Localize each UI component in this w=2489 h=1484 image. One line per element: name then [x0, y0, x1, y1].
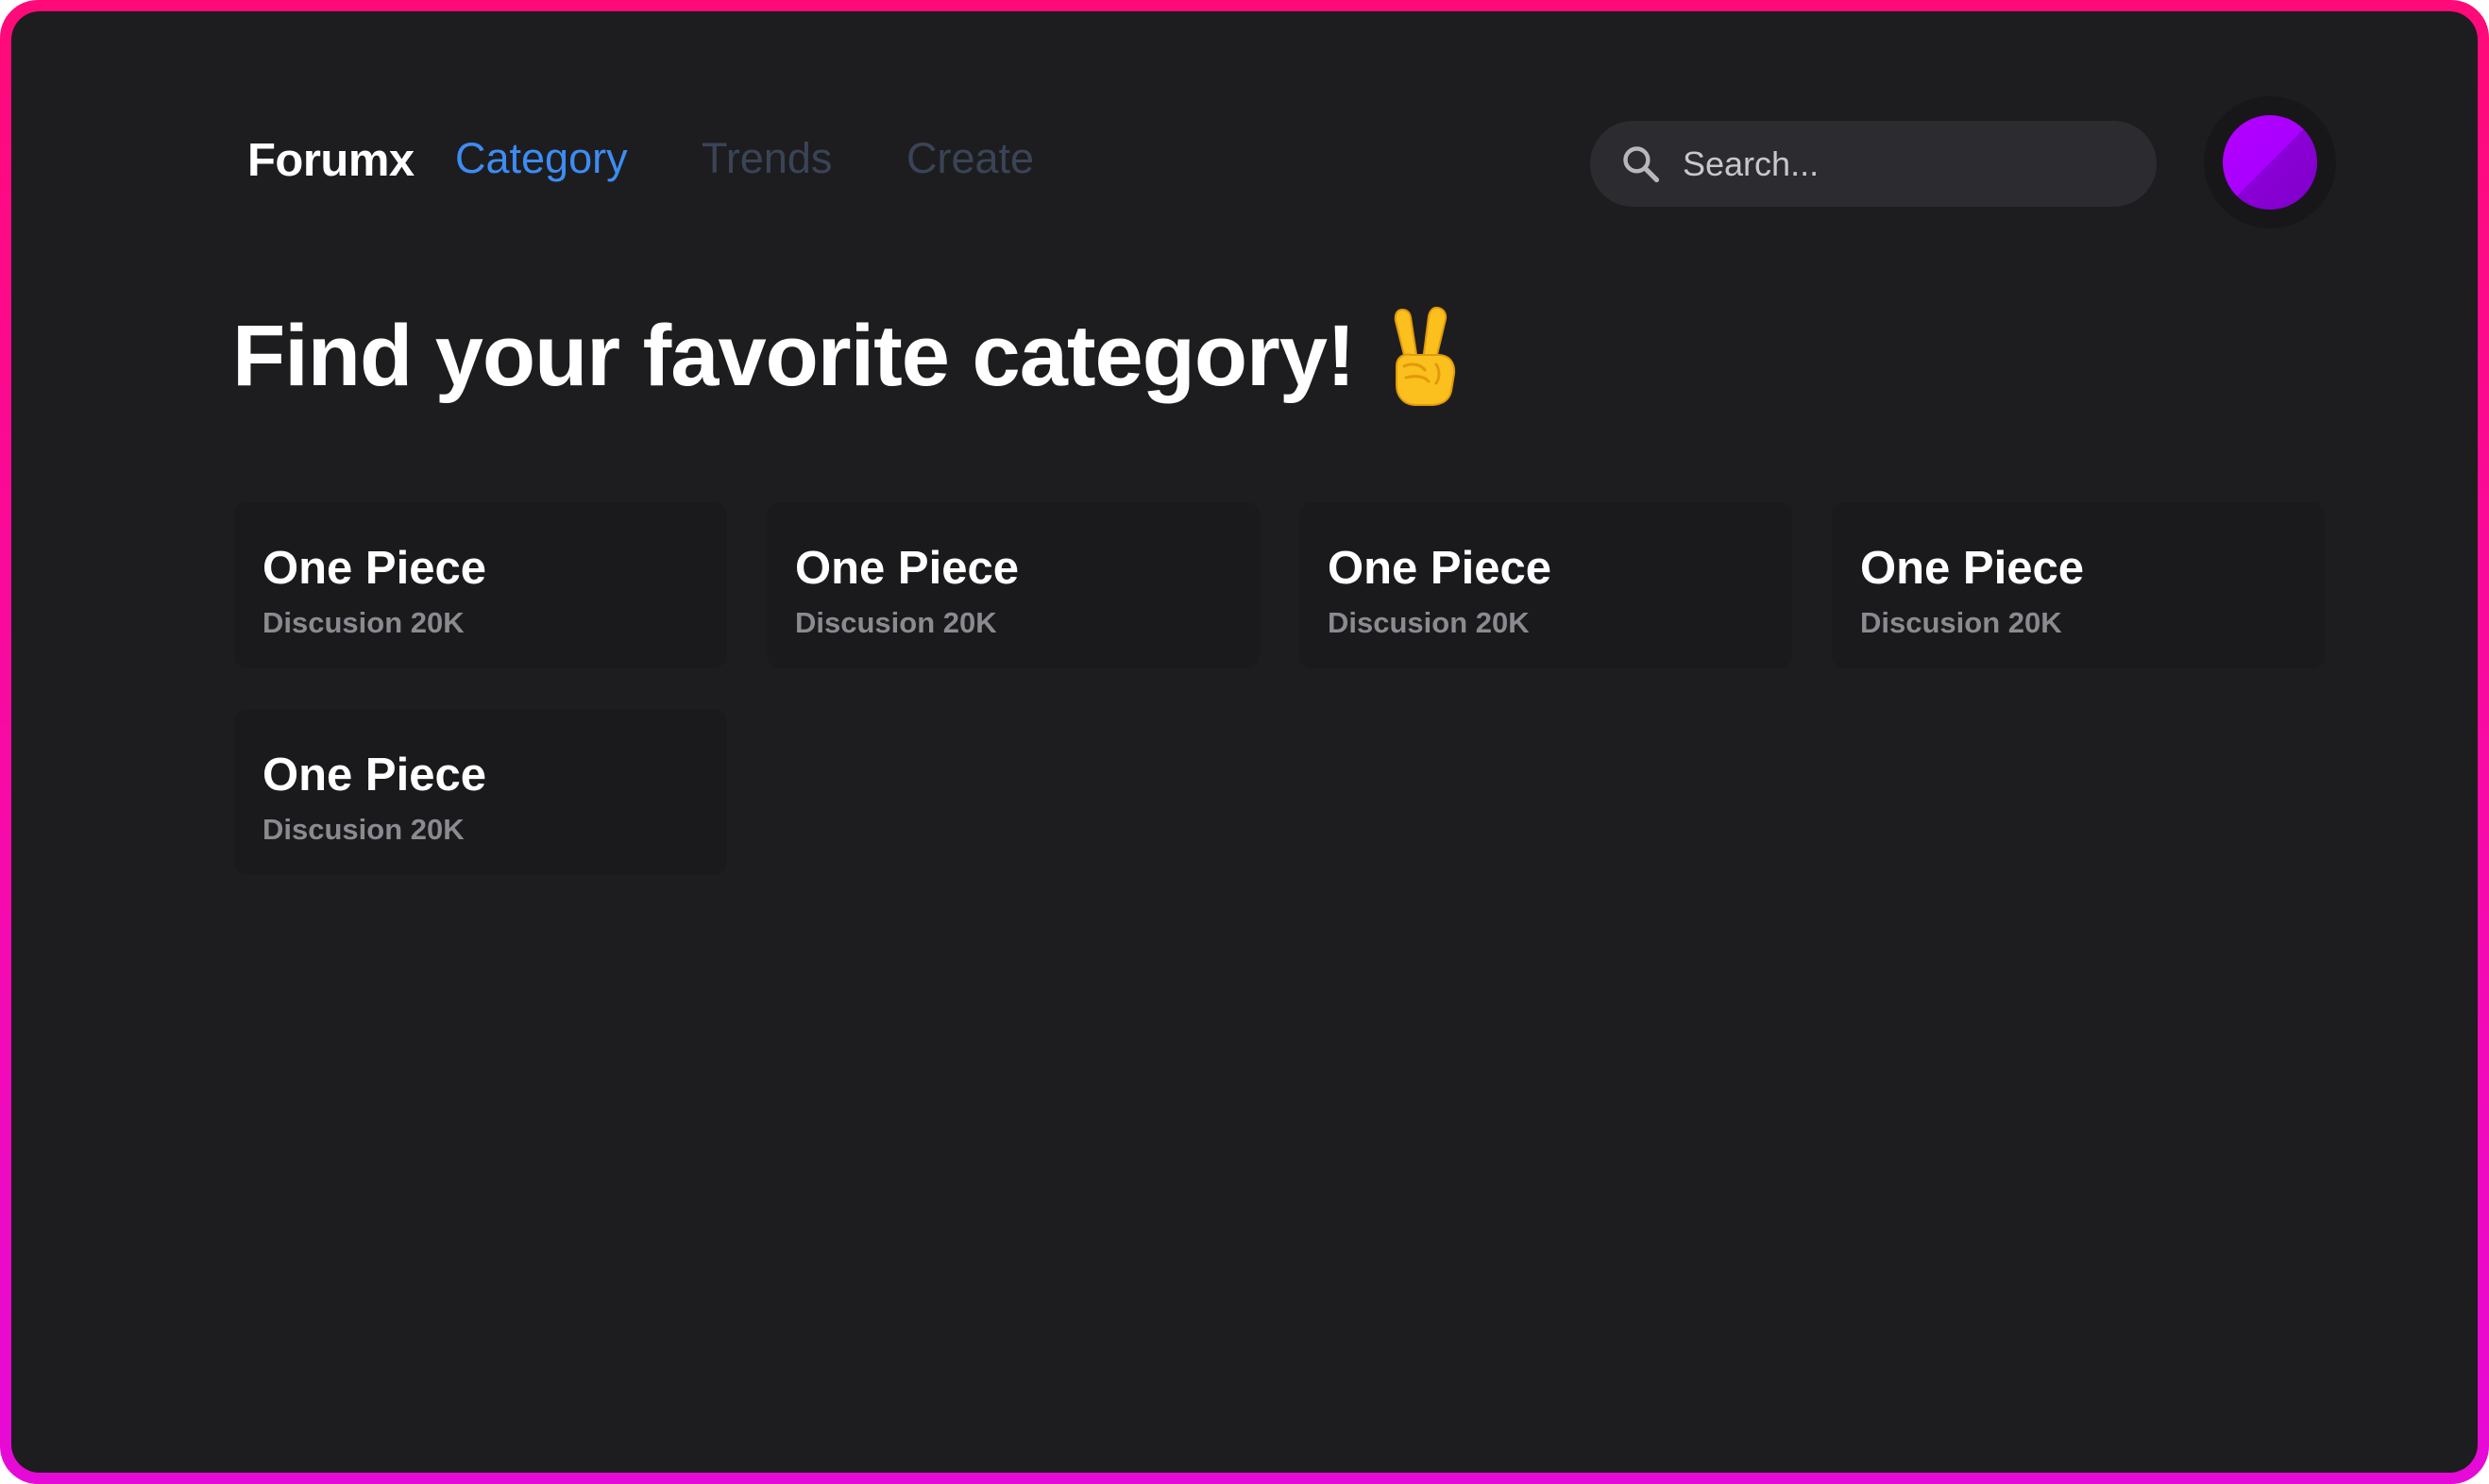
victory-hand-emoji: [1394, 306, 1455, 406]
card-discussion-count: Discusion 20K: [262, 606, 465, 639]
top-nav: Forumx Category Trends Create: [234, 96, 2349, 228]
avatar[interactable]: [2223, 115, 2317, 210]
search-bar[interactable]: [1590, 121, 2157, 207]
brand-logo[interactable]: Forumx: [247, 134, 415, 187]
card-discussion-count: Discusion 20K: [262, 813, 465, 846]
category-card[interactable]: One Piece Discusion 20K: [1832, 502, 2325, 668]
nav-link-trends[interactable]: Trends: [702, 134, 832, 183]
avatar-container: [2204, 96, 2336, 228]
card-title: One Piece: [1328, 543, 1551, 594]
category-card[interactable]: One Piece Discusion 20K: [1299, 502, 1792, 668]
card-title: One Piece: [795, 543, 1019, 594]
card-discussion-count: Discusion 20K: [795, 606, 997, 639]
search-input[interactable]: [1681, 121, 2134, 207]
category-card[interactable]: One Piece Discusion 20K: [767, 502, 1260, 668]
card-discussion-count: Discusion 20K: [1860, 606, 2062, 639]
card-discussion-count: Discusion 20K: [1328, 606, 1530, 639]
search-icon: [1623, 146, 1660, 183]
card-title: One Piece: [1860, 543, 2084, 594]
nav-link-category[interactable]: Category: [455, 134, 628, 183]
page-heading: Find your favorite category!: [232, 304, 1465, 408]
category-card[interactable]: One Piece Discusion 20K: [234, 709, 727, 875]
card-title: One Piece: [262, 750, 486, 801]
window-frame: Forumx Category Trends Create Find your …: [0, 0, 2489, 1484]
category-card[interactable]: One Piece Discusion 20K: [234, 502, 727, 668]
nav-link-create[interactable]: Create: [906, 134, 1034, 183]
app-window: Forumx Category Trends Create Find your …: [11, 11, 2478, 1473]
page-title: Find your favorite category!: [232, 307, 1356, 404]
card-title: One Piece: [262, 543, 486, 594]
